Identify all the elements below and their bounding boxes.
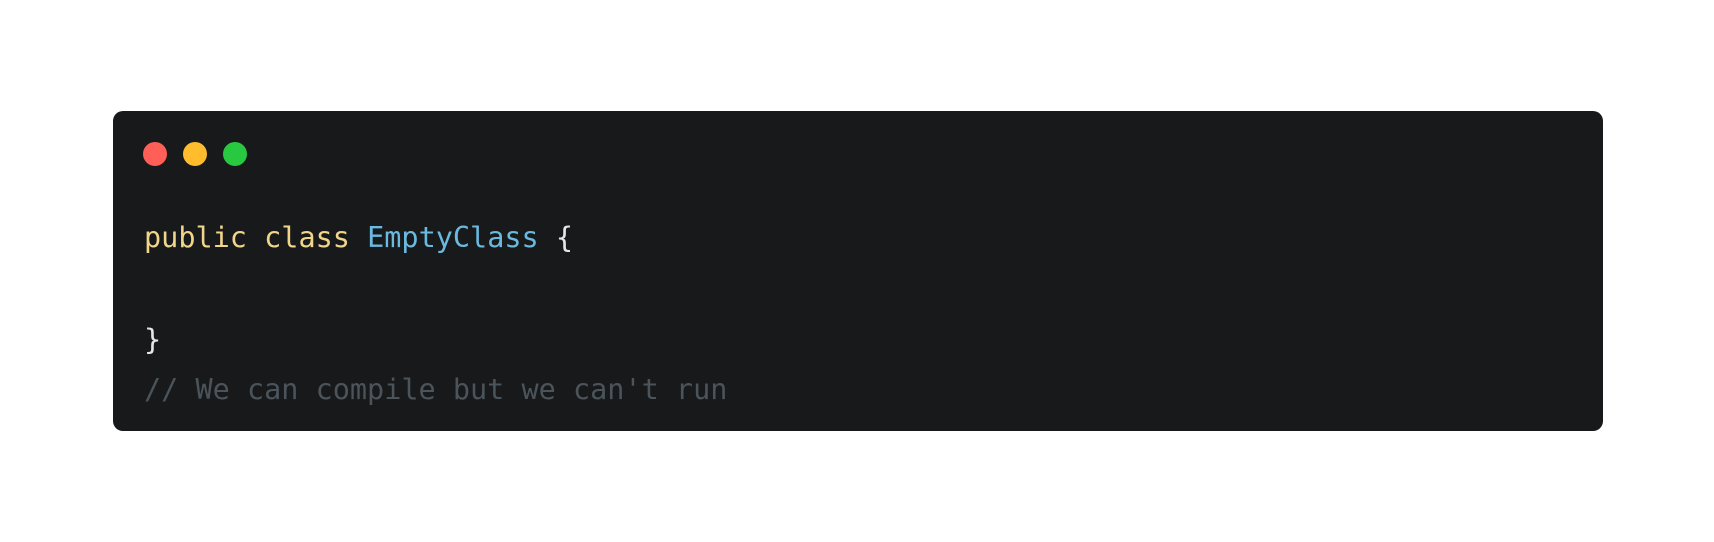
- code-editor[interactable]: public class EmptyClass {} // We can comp…: [144, 213, 727, 415]
- close-dot-icon[interactable]: [143, 142, 167, 166]
- close-brace: }: [144, 323, 162, 356]
- open-brace: {: [555, 221, 574, 254]
- code-window: public class EmptyClass {} // We can comp…: [113, 111, 1603, 431]
- code-line-1: public class EmptyClass {: [144, 213, 727, 263]
- keyword-public: public: [144, 221, 247, 254]
- code-line-3: }: [144, 315, 727, 365]
- minimize-dot-icon[interactable]: [183, 142, 207, 166]
- zoom-dot-icon[interactable]: [223, 142, 247, 166]
- class-name: EmptyClass: [367, 221, 539, 254]
- keyword-class: class: [264, 221, 350, 254]
- window-controls: [143, 142, 247, 166]
- code-comment: // We can compile but we can't run: [144, 373, 728, 406]
- code-line-4: // We can compile but we can't run: [144, 365, 727, 415]
